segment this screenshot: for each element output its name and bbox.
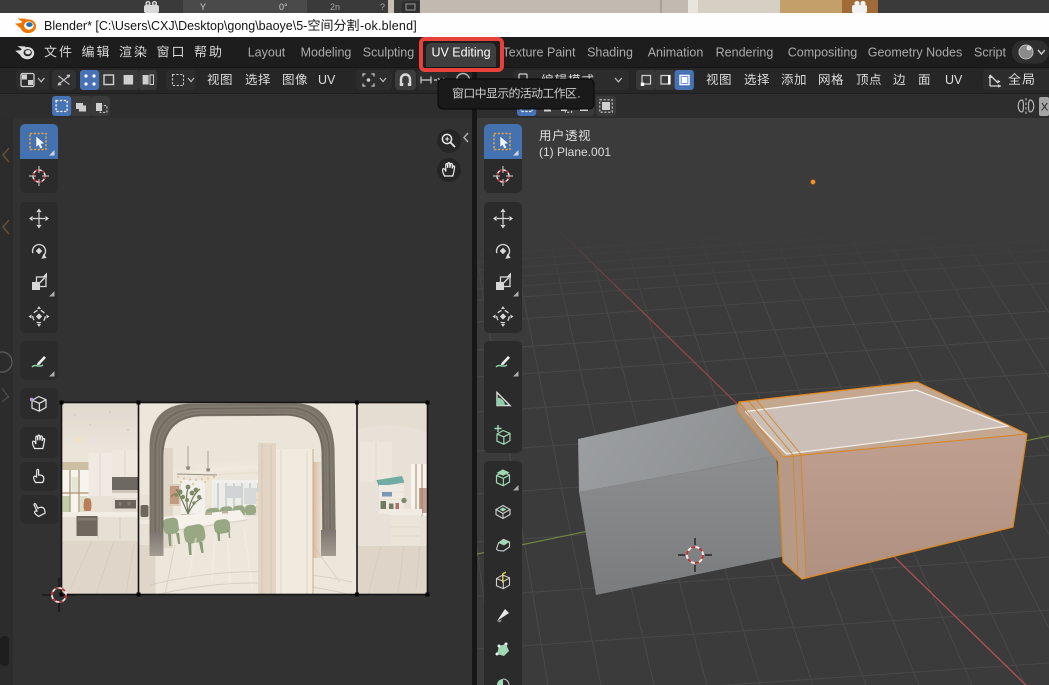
svg-text:.: . <box>577 87 580 101</box>
svg-text:UV: UV <box>945 73 963 87</box>
svg-text:UV: UV <box>318 73 336 87</box>
svg-text:(1) Plane.001: (1) Plane.001 <box>539 145 611 159</box>
